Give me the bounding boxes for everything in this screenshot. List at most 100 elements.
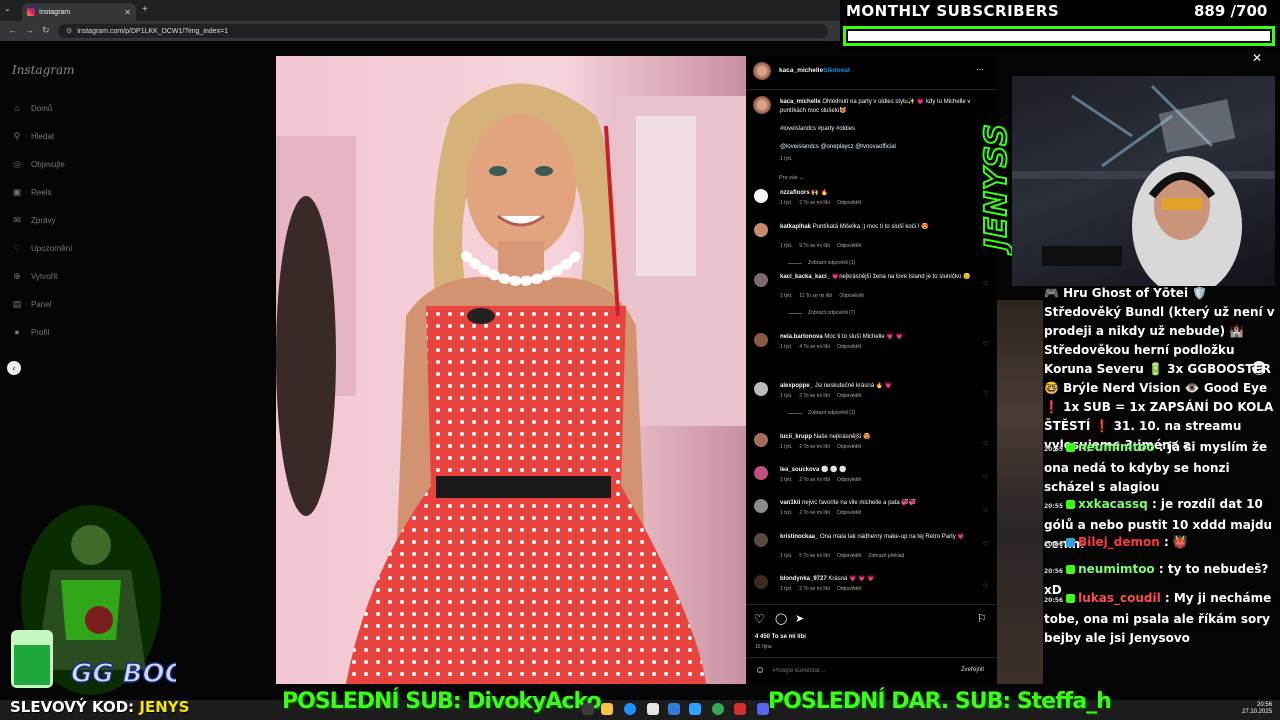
comment-icon[interactable]: ◯ — [775, 612, 787, 625]
comment-reply[interactable]: Odpovědět — [837, 477, 861, 483]
tab-menu-icon[interactable]: ⌄ — [4, 4, 11, 13]
caption-mentions[interactable]: @loveislandcs @oneplaycz @tvnovaofficial — [780, 144, 896, 150]
comment-likes[interactable]: 2 To se mi líbí — [799, 444, 830, 450]
view-replies-button[interactable]: Zobrazit odpovědi (7) — [788, 310, 855, 316]
chat-username[interactable]: neumimtoo — [1078, 562, 1155, 576]
comment-like-icon[interactable]: ♡ — [983, 474, 988, 481]
comment-likes[interactable]: 5 To se mi líbí — [799, 553, 830, 559]
sidebar-item-vytvořit[interactable]: ⊕ Vytvořit — [12, 271, 57, 281]
follow-button[interactable]: Sledovat — [823, 67, 850, 74]
comment-avatar[interactable] — [754, 273, 768, 287]
chat-username[interactable]: neumimtoo — [1078, 440, 1155, 454]
taskbar-search-icon[interactable] — [582, 703, 594, 715]
comment-likes[interactable]: 2 To se mi líbí — [799, 586, 830, 592]
prev-post-button[interactable]: ‹ — [7, 361, 21, 375]
taskbar-explorer-icon[interactable] — [601, 703, 613, 715]
comment-avatar[interactable] — [754, 499, 768, 513]
taskbar-store-icon[interactable] — [647, 703, 659, 715]
taskbar-discord-icon[interactable] — [757, 703, 769, 715]
sidebar-item-upozornění[interactable]: ♡ Upozornění — [12, 243, 72, 253]
comment-avatar[interactable] — [754, 333, 768, 347]
comment-like-icon[interactable]: ♡ — [983, 341, 988, 348]
comment-username[interactable]: blondynka_9727 — [780, 576, 827, 582]
comment-like-icon[interactable]: ♡ — [983, 507, 988, 514]
share-icon[interactable]: ➤ — [795, 612, 804, 625]
close-post-icon[interactable]: ✕ — [1252, 51, 1262, 65]
taskbar-edge-icon[interactable] — [624, 703, 636, 715]
caption-hashtags[interactable]: #loveislandcs #party #oldies — [780, 126, 855, 132]
like-count[interactable]: 4 450 To se mi líbí — [755, 634, 806, 640]
comment-like-icon[interactable]: ♡ — [983, 583, 988, 590]
taskbar-app-icon[interactable] — [689, 703, 701, 715]
comment-likes[interactable]: 2 To se mi líbí — [799, 477, 830, 483]
comment-avatar[interactable] — [754, 433, 768, 447]
publish-button[interactable]: Zveřejnit — [961, 667, 984, 673]
comment-like-icon[interactable]: ♡ — [983, 390, 988, 397]
comment-reply[interactable]: Odpovědět — [837, 444, 861, 450]
taskbar-chrome-icon[interactable] — [712, 703, 724, 715]
comment-like-icon[interactable]: ♡ — [983, 281, 988, 288]
comment-username[interactable]: lea_souckova — [780, 467, 819, 473]
comment-like-icon[interactable]: ♡ — [983, 441, 988, 448]
comment-reply[interactable]: Odpovědět — [839, 293, 863, 299]
comment-reply[interactable]: Odpovědět — [837, 586, 861, 592]
comment-likes[interactable]: 4 To se mi líbí — [799, 344, 830, 350]
comment-input[interactable] — [773, 665, 943, 677]
comment-extra[interactable]: Zobrazit překlad — [868, 553, 904, 559]
sidebar-item-profil[interactable]: ● Profil — [12, 327, 49, 337]
sidebar-item-hledat[interactable]: ⚲ Hledat — [12, 131, 54, 141]
for-you-filter[interactable]: Pro vás ⌄ — [779, 175, 804, 181]
comment-username[interactable]: nela.bartonova — [780, 334, 823, 340]
comment-reply[interactable]: Odpovědět — [837, 200, 861, 206]
comment-username[interactable]: kaci_kacka_kaci_ — [780, 274, 830, 280]
sidebar-item-panel[interactable]: ▤ Panel — [12, 299, 52, 309]
url-input[interactable]: ⚙ instagram.com/p/DP1LKK_DCW1/?img_index… — [58, 24, 828, 38]
caption-avatar[interactable] — [753, 96, 771, 114]
save-icon[interactable]: ⚐ — [977, 612, 987, 625]
chat-username[interactable]: lukas_coudil — [1078, 591, 1161, 605]
comment-username[interactable]: alexpoppe_ — [780, 383, 813, 389]
comment-like-icon[interactable]: ♡ — [983, 541, 988, 548]
comment-avatar[interactable] — [754, 189, 768, 203]
taskbar-opera-icon[interactable] — [734, 703, 746, 715]
comment-avatar[interactable] — [754, 575, 768, 589]
comment-avatar[interactable] — [754, 533, 768, 547]
comment-likes[interactable]: 2 To se mi líbí — [799, 510, 830, 516]
comment-reply[interactable]: Odpovědět — [837, 553, 861, 559]
reload-icon[interactable]: ↻ — [42, 25, 50, 36]
comment-reply[interactable]: Odpovědět — [837, 243, 861, 249]
comment-username[interactable]: katkaplhak — [780, 224, 811, 230]
comment-likes[interactable]: 2 To se mi líbí — [799, 393, 830, 399]
comment-likes[interactable]: 2 To se mi líbí — [799, 200, 830, 206]
comment-likes[interactable]: 11 To se mi líbí — [799, 293, 832, 299]
comment-reply[interactable]: Odpovědět — [837, 344, 861, 350]
author-avatar[interactable] — [753, 62, 771, 80]
chat-username[interactable]: Bilej_demon — [1078, 535, 1160, 549]
caption-username[interactable]: kaca_michelle — [780, 99, 821, 105]
taskbar-mail-icon[interactable] — [668, 703, 680, 715]
comment-avatar[interactable] — [754, 223, 768, 237]
close-tab-icon[interactable]: ✕ — [124, 8, 131, 17]
instagram-logo[interactable]: Instagram — [12, 63, 75, 77]
browser-tab[interactable]: Instagram ✕ — [22, 3, 136, 21]
chat-username[interactable]: xxkacassq — [1078, 497, 1148, 511]
comment-username[interactable]: nzzafloors — [780, 190, 810, 196]
sidebar-item-zprávy[interactable]: ✉ Zprávy — [12, 215, 55, 225]
comment-reply[interactable]: Odpovědět — [837, 510, 861, 516]
sidebar-item-reels[interactable]: ▣ Reels — [12, 187, 52, 197]
comment-reply[interactable]: Odpovědět — [837, 393, 861, 399]
view-replies-button[interactable]: Zobrazit odpovědi (1) — [788, 260, 855, 266]
forward-icon[interactable]: → — [25, 25, 34, 35]
like-icon[interactable]: ♡ — [754, 612, 765, 626]
comment-username[interactable]: van1kii — [780, 500, 800, 506]
site-info-icon[interactable]: ⚙ — [66, 27, 72, 35]
comment-username[interactable]: kristinockaa_ — [780, 534, 818, 540]
more-options-icon[interactable]: ··· — [976, 65, 984, 74]
emoji-icon[interactable]: ☺ — [755, 665, 765, 676]
author-username[interactable]: kaca_michelle — [779, 67, 823, 74]
sidebar-item-domů[interactable]: ⌂ Domů — [12, 103, 52, 113]
comment-avatar[interactable] — [754, 382, 768, 396]
view-replies-button[interactable]: Zobrazit odpovědi (1) — [788, 410, 855, 416]
comment-username[interactable]: lucii_krupp — [780, 434, 812, 440]
comment-avatar[interactable] — [754, 466, 768, 480]
